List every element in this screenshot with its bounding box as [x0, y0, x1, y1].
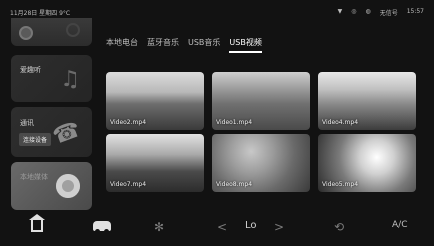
- ac-button[interactable]: A/C: [392, 220, 407, 230]
- music-note-icon: ♫: [60, 67, 80, 92]
- fan-button[interactable]: ✻: [154, 220, 164, 234]
- video-filename: Video1.mp4: [216, 119, 253, 126]
- disc-icon: [19, 26, 33, 40]
- temp-up-button[interactable]: >: [274, 220, 284, 234]
- video-item[interactable]: Video7.mp4: [106, 134, 204, 192]
- tab-bluetooth-music[interactable]: 蓝牙音乐: [147, 37, 179, 53]
- media-card-title: 本地媒体: [20, 173, 48, 181]
- music-card[interactable]: 爱趣听 ♫: [11, 55, 92, 102]
- phone-card[interactable]: 通讯 连接设备 ☎: [11, 107, 92, 157]
- media-player-icon: [56, 174, 80, 198]
- network-status: 无信号: [379, 10, 398, 17]
- source-tabs: 本地电台 蓝牙音乐 USB音乐 USB视频: [106, 37, 262, 53]
- video-item[interactable]: Video4.mp4: [318, 72, 416, 130]
- status-bar: 11月28日 星期四 9°C ▼ ◎ ◍ 无信号 15:57: [0, 0, 434, 20]
- tab-usb-video[interactable]: USB视频: [229, 37, 262, 53]
- tab-usb-music[interactable]: USB音乐: [188, 37, 220, 53]
- video-filename: Video2.mp4: [110, 119, 147, 126]
- phone-icon: ☎: [49, 117, 84, 150]
- phone-card-title: 通讯: [20, 119, 34, 127]
- status-right: ▼ ◎ ◍ 无信号 15:57: [338, 8, 424, 17]
- video-filename: Video4.mp4: [322, 119, 359, 126]
- clock: 15:57: [406, 8, 424, 15]
- status-date-weather: 11月28日 星期四 9°C: [10, 10, 71, 17]
- home-button[interactable]: [29, 214, 45, 235]
- temp-down-button[interactable]: <: [217, 220, 227, 234]
- local-media-card[interactable]: 本地媒体: [11, 162, 92, 210]
- video-item[interactable]: Video2.mp4: [106, 72, 204, 130]
- video-filename: Video8.mp4: [216, 181, 253, 188]
- recirculation-button[interactable]: ⟲: [334, 220, 344, 234]
- home-icon: [29, 214, 45, 232]
- video-filename: Video5.mp4: [322, 181, 359, 188]
- music-card-title: 爱趣听: [20, 66, 41, 74]
- volume-icon: ◍: [365, 8, 371, 15]
- car-button[interactable]: [93, 220, 111, 234]
- fan-icon: ✻: [154, 220, 165, 234]
- video-filename: Video7.mp4: [110, 181, 147, 188]
- connect-device-button[interactable]: 连接设备: [19, 133, 52, 146]
- ring-icon: [66, 23, 80, 37]
- temperature-value: Lo: [245, 220, 257, 231]
- signal-icon: ▼: [337, 8, 343, 15]
- now-playing-card[interactable]: [11, 18, 92, 46]
- video-item[interactable]: Video1.mp4: [212, 72, 310, 130]
- location-icon: ◎: [351, 8, 357, 15]
- bottom-bar: ✻ < Lo > ⟲ A/C: [0, 212, 434, 246]
- video-item[interactable]: Video8.mp4: [212, 134, 310, 192]
- recirculation-icon: ⟲: [334, 220, 345, 234]
- video-item[interactable]: Video5.mp4: [318, 134, 416, 192]
- tab-local-radio[interactable]: 本地电台: [106, 37, 138, 53]
- car-icon: [93, 221, 111, 234]
